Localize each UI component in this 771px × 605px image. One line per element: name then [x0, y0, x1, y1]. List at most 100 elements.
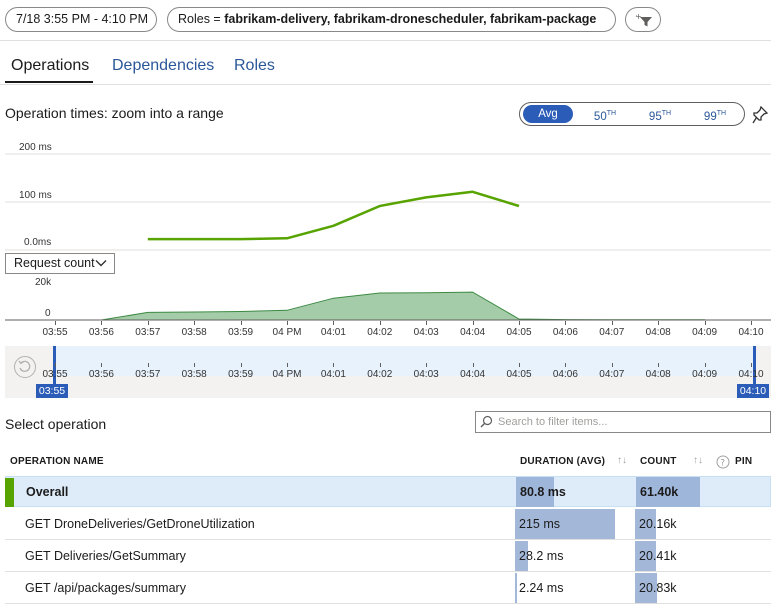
- time-tick-mark: [333, 363, 335, 367]
- time-tick-label: 04 PM: [272, 327, 302, 338]
- selected-row-indicator: [5, 478, 14, 507]
- time-tick-label: 04:02: [367, 369, 393, 380]
- time-tick-label: 04:08: [645, 327, 671, 338]
- tab-operations[interactable]: Operations: [11, 57, 89, 75]
- time-tick-mark: [194, 363, 196, 367]
- tab-dependencies[interactable]: Dependencies: [112, 57, 214, 75]
- add-filter-button[interactable]: +: [625, 7, 661, 32]
- time-tick-label: 04:03: [413, 327, 439, 338]
- percentile-95-button[interactable]: 95TH: [637, 105, 683, 123]
- count-value: 20.41k: [639, 549, 677, 563]
- operation-name: GET /api/packages/summary: [25, 581, 186, 595]
- duration-bar: [515, 573, 517, 603]
- svg-text:+: +: [635, 12, 642, 21]
- table-row-overall[interactable]: Overall 80.8 ms 61.40k: [5, 476, 771, 507]
- time-tick-mark: [611, 321, 613, 325]
- time-tick-mark: [751, 363, 752, 367]
- time-tick-label: 04:07: [599, 369, 625, 380]
- time-tick-mark: [611, 363, 613, 367]
- time-tick-label: 04:01: [320, 327, 346, 338]
- time-tick-mark: [147, 363, 149, 367]
- time-tick-label: 04:04: [460, 327, 486, 338]
- sort-icon[interactable]: ↑↓: [693, 455, 703, 466]
- time-tick-label: 04:09: [692, 369, 718, 380]
- duration-line-chart[interactable]: [0, 140, 771, 252]
- percentile-99-button[interactable]: 99TH: [692, 105, 738, 123]
- time-tick-mark: [333, 321, 335, 325]
- svg-text:?: ?: [720, 459, 725, 469]
- time-tick-label: 03:59: [228, 327, 254, 338]
- tab-divider: [0, 84, 771, 85]
- time-tick-label: 04:05: [506, 327, 532, 338]
- time-tick-label: 03:55: [42, 369, 68, 380]
- percentile-toggle: Avg 50TH 95TH 99TH: [519, 102, 745, 126]
- time-tick-mark: [704, 321, 706, 325]
- duration-value: 80.8 ms: [520, 485, 566, 499]
- time-tick-mark: [101, 363, 103, 367]
- percentile-50-button[interactable]: 50TH: [582, 105, 628, 123]
- time-tick-mark: [147, 321, 149, 325]
- time-tick-mark: [55, 363, 56, 367]
- table-row[interactable]: GET /api/packages/summary 2.24 ms 20.83k: [5, 573, 771, 604]
- duration-value: 2.24 ms: [519, 581, 564, 595]
- metric-dropdown[interactable]: Request count: [5, 253, 115, 274]
- column-header-pin: PIN: [735, 456, 753, 467]
- time-tick-label: 04:10: [738, 327, 764, 338]
- avg-duration-line: [147, 190, 520, 241]
- column-header-duration[interactable]: DURATION (AVG): [520, 456, 605, 467]
- roles-filter-pill[interactable]: Roles = fabrikam-delivery, fabrikam-dron…: [167, 7, 616, 32]
- search-icon: [480, 415, 493, 428]
- pin-icon[interactable]: [752, 106, 768, 124]
- time-range-pill[interactable]: 7/18 3:55 PM - 4:10 PM: [5, 7, 157, 32]
- count-value: 61.40k: [640, 485, 679, 499]
- time-tick-mark: [101, 321, 103, 325]
- roles-filter-value: fabrikam-delivery, fabrikam-droneschedul…: [224, 12, 597, 26]
- help-icon[interactable]: ?: [716, 455, 730, 469]
- filter-add-icon: +: [635, 12, 652, 27]
- time-tick-label: 04:10: [738, 369, 764, 380]
- time-tick-label: 04:06: [552, 369, 578, 380]
- time-tick-label: 03:56: [88, 369, 114, 380]
- time-tick-mark: [240, 321, 242, 325]
- column-header-count[interactable]: COUNT: [640, 456, 677, 467]
- time-tick-mark: [565, 321, 567, 325]
- brush-start-label: 03:55: [36, 384, 68, 398]
- time-tick-mark: [194, 321, 196, 325]
- operation-name: GET Deliveries/GetSummary: [25, 549, 186, 563]
- time-tick-label: 03:55: [42, 327, 68, 338]
- tab-roles[interactable]: Roles: [234, 57, 275, 75]
- roles-filter-prefix: Roles =: [178, 12, 225, 26]
- time-tick-label: 04:01: [320, 369, 346, 380]
- count-value: 20.83k: [639, 581, 677, 595]
- time-tick-mark: [287, 321, 288, 325]
- time-tick-label: 04:09: [692, 327, 718, 338]
- time-tick-mark: [55, 321, 56, 325]
- search-input[interactable]: [475, 411, 771, 433]
- operation-name: GET DroneDeliveries/GetDroneUtilization: [25, 517, 255, 531]
- active-tab-indicator: [5, 81, 93, 83]
- operation-name: Overall: [26, 485, 69, 499]
- time-tick-label: 04:04: [460, 369, 486, 380]
- request-count-area-chart[interactable]: [0, 276, 771, 322]
- percentile-avg-button[interactable]: Avg: [523, 105, 573, 123]
- metric-dropdown-value: Request count: [14, 256, 95, 270]
- table-row[interactable]: GET Deliveries/GetSummary 28.2 ms 20.41k: [5, 541, 771, 572]
- table-row[interactable]: GET DroneDeliveries/GetDroneUtilization …: [5, 509, 771, 540]
- time-tick-mark: [287, 363, 288, 367]
- time-tick-mark: [379, 321, 381, 325]
- time-tick-mark: [379, 363, 381, 367]
- time-tick-label: 03:56: [88, 327, 114, 338]
- column-header-operation-name[interactable]: OPERATION NAME: [10, 456, 104, 467]
- time-tick-mark: [240, 363, 242, 367]
- reset-zoom-icon[interactable]: [14, 356, 36, 378]
- time-tick-mark: [658, 363, 660, 367]
- time-tick-mark: [472, 321, 474, 325]
- brush-end-label: 04:10: [737, 384, 769, 398]
- time-tick-mark: [519, 363, 520, 367]
- time-tick-label: 04:03: [413, 369, 439, 380]
- time-tick-label: 04:07: [599, 327, 625, 338]
- sort-icon[interactable]: ↑↓: [617, 455, 627, 466]
- time-tick-label: 03:57: [135, 369, 161, 380]
- select-operation-title: Select operation: [5, 416, 107, 432]
- time-tick-label: 04:02: [367, 327, 393, 338]
